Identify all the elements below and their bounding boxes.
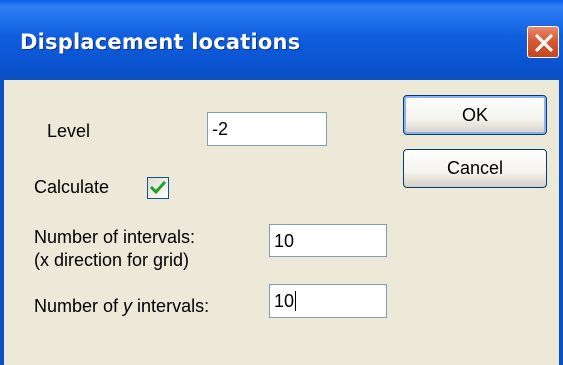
checkmark-icon (150, 180, 166, 195)
y-intervals-label: Number of y intervals: (34, 296, 209, 317)
text-caret (295, 291, 297, 311)
ok-button[interactable]: OK (403, 95, 547, 135)
level-label: Level (47, 121, 91, 141)
title-bar[interactable]: Displacement locations (0, 0, 563, 80)
window-title: Displacement locations (20, 30, 301, 54)
dialog-window: Displacement locations Level -2 Calculat… (0, 0, 563, 365)
cancel-button[interactable]: Cancel (403, 149, 547, 188)
y-intervals-label-suffix: intervals: (132, 296, 210, 316)
level-value: -2 (212, 119, 229, 139)
calculate-label: Calculate (34, 177, 110, 197)
y-intervals-label-italic: y (123, 296, 133, 316)
x-intervals-label-line2: (x direction for grid) (34, 250, 190, 270)
y-intervals-value: 10 (274, 291, 295, 311)
close-button[interactable] (527, 26, 559, 58)
window-right-border (559, 80, 563, 365)
x-intervals-value: 10 (274, 231, 295, 251)
level-input[interactable]: -2 (207, 112, 327, 146)
x-intervals-input[interactable]: 10 (269, 224, 387, 257)
close-icon (535, 34, 553, 52)
calculate-checkbox[interactable] (147, 177, 169, 199)
window-left-border (0, 80, 4, 365)
y-intervals-label-prefix: Number of (34, 296, 124, 316)
x-intervals-label-line1: Number of intervals: (34, 227, 196, 247)
y-intervals-input[interactable]: 10 (269, 284, 387, 318)
